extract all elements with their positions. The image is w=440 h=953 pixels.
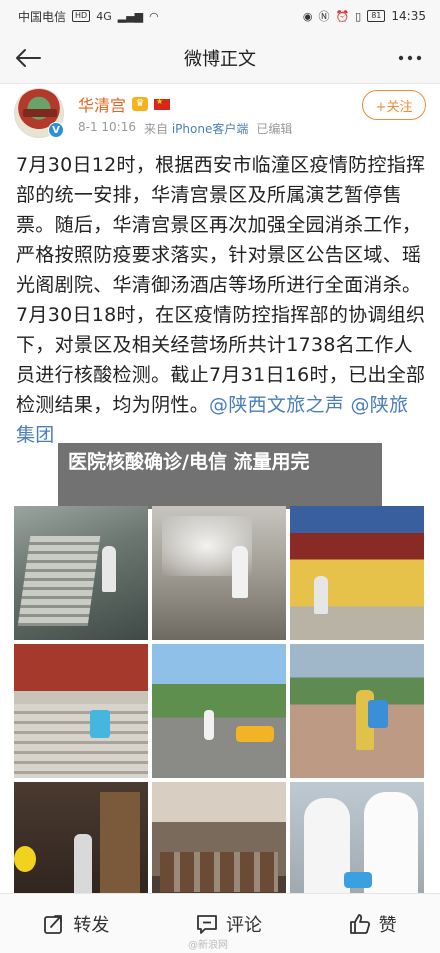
- status-right: ◉ Ⓝ ⏰ ▯ 81 14:35: [303, 8, 426, 24]
- post-meta: 8-1 10:16 来自 iPhone客户端 已编辑: [78, 120, 292, 137]
- comment-label: 评论: [225, 914, 262, 936]
- photo-grid: [14, 506, 426, 916]
- author-row: V 华清宫 ♛ 8-1 10:16 来自 iPhone客户端 已编辑 +关注: [0, 84, 440, 144]
- photo-thumbnail[interactable]: [152, 506, 286, 640]
- like-button[interactable]: 赞: [339, 903, 407, 945]
- source-client[interactable]: iPhone客户端: [172, 122, 249, 136]
- watermark: @新浪网: [188, 940, 228, 951]
- alarm-icon: ⏰: [335, 9, 350, 23]
- comment-icon: [197, 914, 217, 934]
- worker-figure: [314, 576, 328, 614]
- status-bar: 中国电信 HD 4G ▂▄▆ ◠ ◉ Ⓝ ⏰ ▯ 81 14:35: [0, 0, 440, 32]
- photo-thumbnail[interactable]: [152, 644, 286, 778]
- worker-figure: [204, 710, 214, 740]
- yellow-object-shape: [14, 846, 36, 872]
- avatar-roof-shape: [23, 109, 57, 117]
- signal-icon: ▂▄▆: [117, 9, 144, 23]
- car-shape: [236, 726, 274, 742]
- chairs-shape: [160, 852, 278, 892]
- mention-link[interactable]: @陕西文旅之声: [209, 394, 344, 416]
- china-flag-icon: [154, 97, 171, 110]
- repost-icon: [44, 914, 63, 934]
- post-body: 7月30日12时，根据西安市临潼区疫情防控指挥部的统一安排，华清宫景区及所属演艺…: [16, 150, 426, 450]
- door-shape: [100, 792, 140, 902]
- author-name[interactable]: 华清宫: [78, 92, 126, 116]
- overlay-headline: 医院核酸确诊/电信 流量用完: [58, 443, 382, 509]
- carrier-label: 中国电信: [18, 9, 67, 24]
- edited-label: 已编辑: [256, 122, 293, 136]
- photo-thumbnail[interactable]: [14, 506, 148, 640]
- glove-shape: [344, 872, 372, 888]
- thumbs-up-icon: [349, 913, 370, 934]
- post-date: 8-1 10:16: [78, 120, 136, 134]
- back-button[interactable]: [12, 42, 44, 74]
- worker-figure: [102, 546, 116, 592]
- hd-badge: HD: [72, 10, 91, 22]
- photo-thumbnail[interactable]: [290, 644, 424, 778]
- post-paragraph-2: 7月30日18时，在区疫情防控指挥部的协调组织下，对景区及相关经营场所共计173…: [16, 300, 426, 450]
- more-button[interactable]: [394, 42, 426, 74]
- repost-label: 转发: [73, 914, 110, 936]
- follow-button[interactable]: +关注: [362, 90, 426, 120]
- worker-figure: [74, 834, 92, 896]
- sprayer-tank-shape: [368, 700, 388, 728]
- wifi-icon: ◠: [149, 9, 159, 23]
- vibrate-icon: ▯: [355, 9, 362, 23]
- eye-icon: ◉: [302, 9, 313, 23]
- back-arrow-icon: [16, 49, 41, 67]
- more-icon: [398, 55, 422, 61]
- clock: 14:35: [391, 9, 426, 23]
- nfc-icon: Ⓝ: [318, 10, 330, 23]
- photo-thumbnail[interactable]: [290, 506, 424, 640]
- photo-thumbnail[interactable]: [14, 644, 148, 778]
- author-name-row: 华清宫 ♛: [78, 92, 171, 116]
- status-left: 中国电信 HD 4G ▂▄▆ ◠: [18, 8, 159, 25]
- network-type: 4G: [96, 9, 112, 23]
- like-label: 赞: [378, 914, 397, 936]
- nav-bar: 微博正文: [0, 32, 440, 84]
- page-title: 微博正文: [184, 48, 256, 70]
- sprayer-tank-shape: [90, 710, 110, 738]
- steps-shape: [14, 704, 148, 778]
- battery-indicator: 81: [367, 10, 386, 22]
- verified-badge: V: [48, 122, 64, 138]
- post-paragraph-1: 7月30日12时，根据西安市临潼区疫情防控指挥部的统一安排，华清宫景区及所属演艺…: [16, 154, 426, 296]
- repost-button[interactable]: 转发: [33, 903, 119, 945]
- staircase-shape: [17, 536, 101, 626]
- post-source: 来自 iPhone客户端: [144, 120, 248, 137]
- worker-figure: [232, 546, 248, 598]
- protective-suit-shape: [364, 792, 418, 902]
- source-prefix: 来自: [144, 122, 169, 136]
- vip-crown-icon: ♛: [132, 97, 149, 111]
